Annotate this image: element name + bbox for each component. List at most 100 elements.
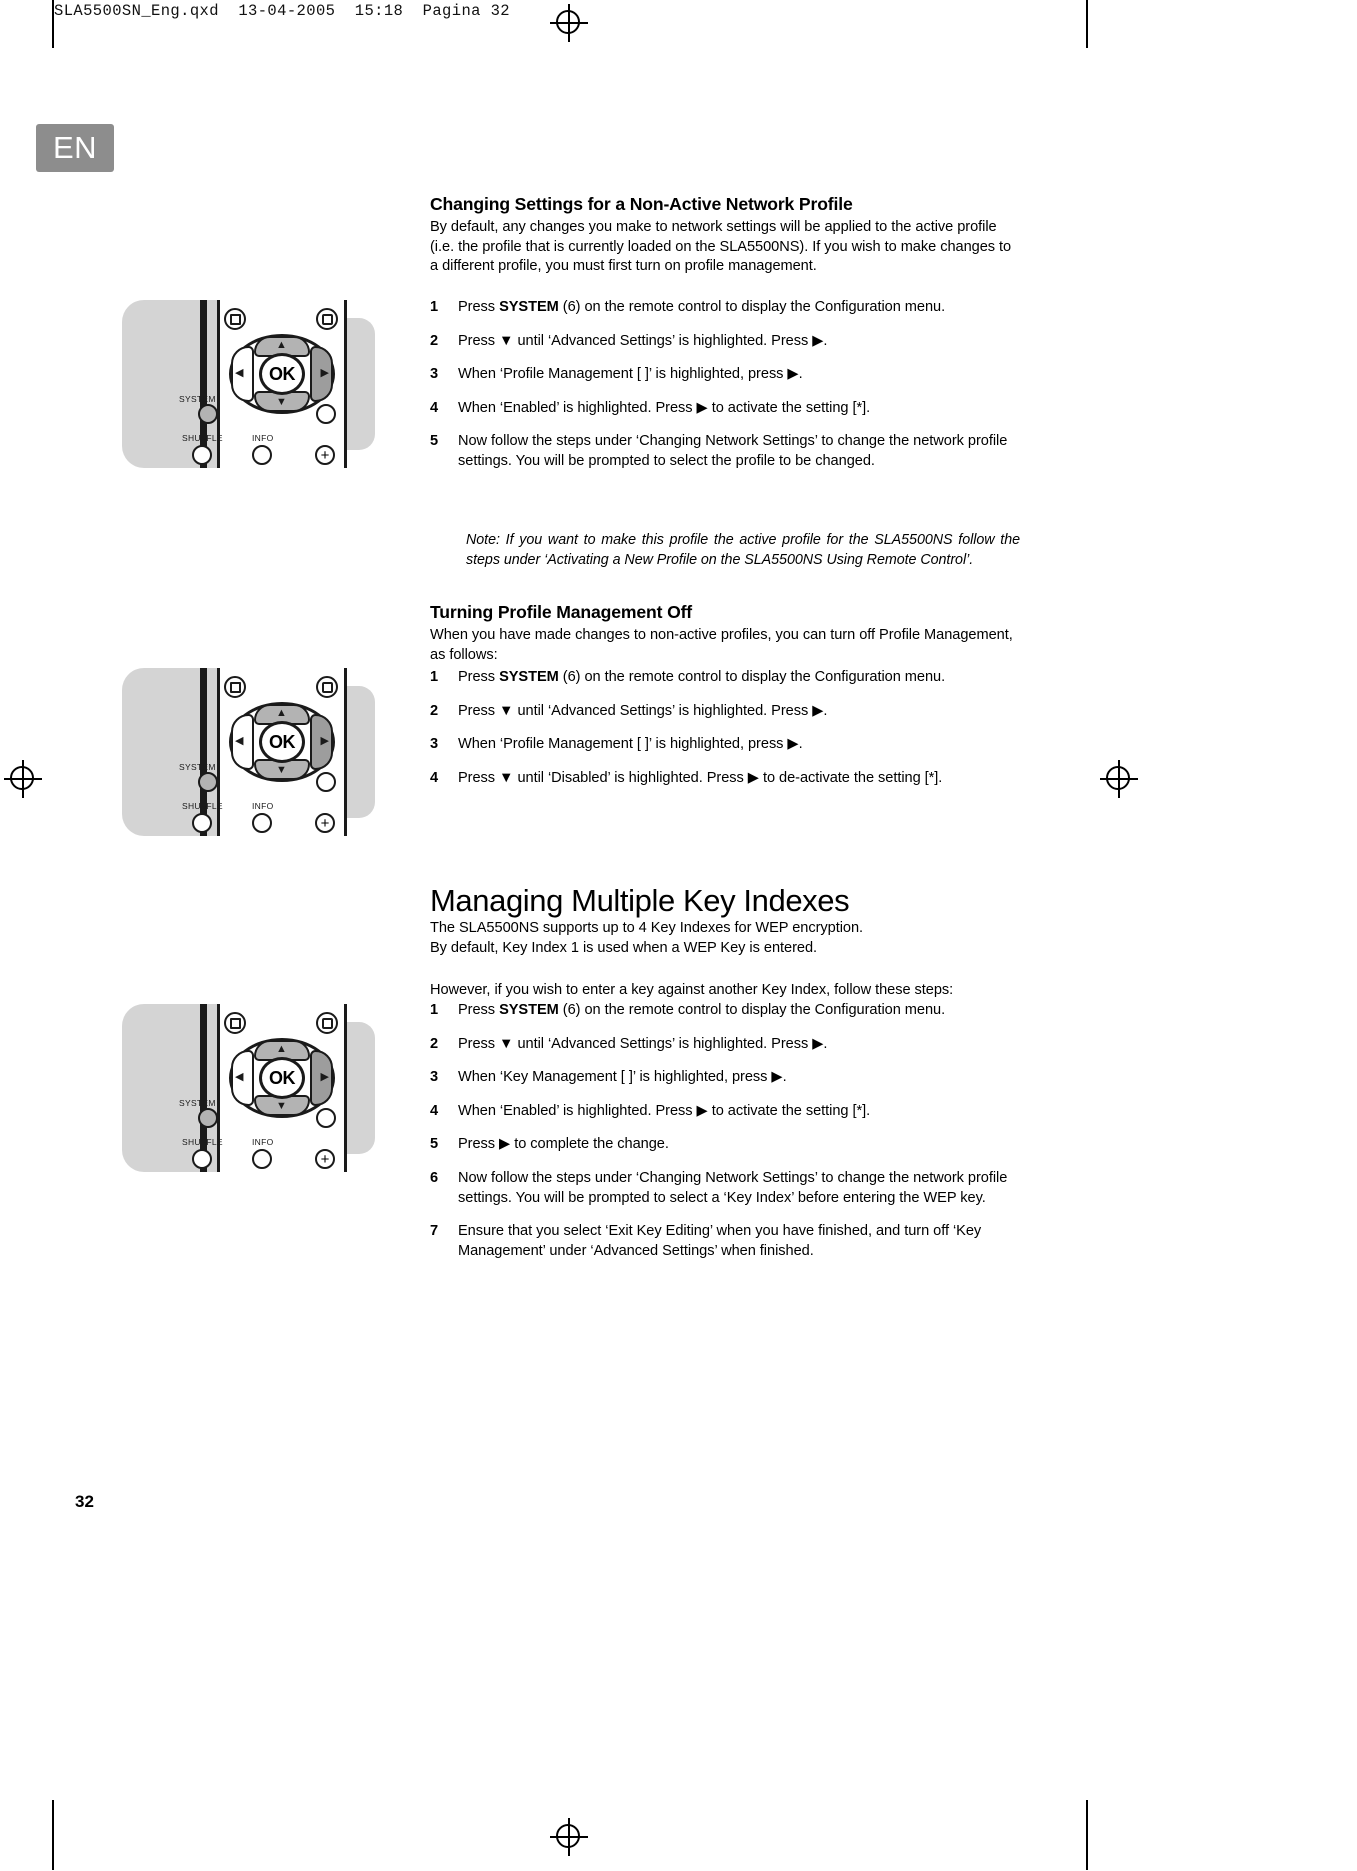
plus-button: + <box>315 813 335 833</box>
remote-side-flap <box>347 1022 375 1154</box>
step-text: When ‘Key Management [ ]’ is highlighted… <box>458 1069 787 1086</box>
camera-button-icon <box>316 1012 338 1034</box>
select-check-button-icon <box>224 1012 246 1034</box>
remote-label-shuffle: SHUFFLE <box>182 1137 223 1147</box>
dpad-left-arrow-icon: ◀ <box>235 367 244 379</box>
intro-line-3-block: However, if you wish to enter a key agai… <box>430 981 1020 1001</box>
remote-control-illustration-1: ▲ ▼ ◀ ▶ OK SYSTEM SHUFFLE INFO + <box>122 300 375 468</box>
camera-button-icon <box>316 308 338 330</box>
step-number: 6 <box>430 1169 439 1186</box>
remote-label-info: INFO <box>252 433 274 443</box>
step-number: 4 <box>430 399 439 416</box>
registration-mark-bottom <box>550 1818 588 1856</box>
step-text: Press ▼ until ‘Advanced Settings’ is hig… <box>458 1035 828 1052</box>
dpad-down-arrow-icon: ▼ <box>276 1100 287 1112</box>
list-item: 1 Press SYSTEM (6) on the remote control… <box>430 298 1020 318</box>
section-intro: By default, any changes you make to netw… <box>430 218 1012 275</box>
step-text-pre: Press <box>458 669 500 685</box>
remote-side-flap <box>347 686 375 818</box>
step-number: 2 <box>430 332 439 349</box>
remote-label-system: SYSTEM <box>179 394 216 404</box>
page-number: 32 <box>75 1492 94 1511</box>
section-changing-settings: Changing Settings for a Non-Active Netwo… <box>430 194 1020 277</box>
list-item: 5 Press ▶ to complete the change. <box>430 1135 1020 1155</box>
list-item: 3 When ‘Key Management [ ]’ is highlight… <box>430 1068 1020 1088</box>
info-button <box>252 445 272 465</box>
step-number: 1 <box>430 1002 439 1018</box>
mute-button <box>316 404 336 424</box>
intro-line-3: However, if you wish to enter a key agai… <box>430 982 954 998</box>
step-text: When ‘Enabled’ is highlighted. Press ▶ t… <box>458 399 871 416</box>
remote-label-system: SYSTEM <box>179 1098 216 1108</box>
list-item: 3 When ‘Profile Management [ ]’ is highl… <box>430 365 1020 385</box>
list-item: 2 Press ▼ until ‘Advanced Settings’ is h… <box>430 1035 1020 1055</box>
step-text-post: (6) on the remote control to display the… <box>558 669 946 685</box>
step-text: When ‘Profile Management [ ]’ is highlig… <box>458 736 803 753</box>
remote-side-flap <box>347 318 375 450</box>
registration-mark-top <box>550 4 588 42</box>
step-number: 4 <box>430 769 439 786</box>
step-text: Press ▶ to complete the change. <box>458 1136 669 1153</box>
list-item: 4 Press ▼ until ‘Disabled’ is highlighte… <box>430 769 1020 789</box>
select-check-button-icon <box>224 308 246 330</box>
section-intro: When you have made changes to non-active… <box>430 626 1013 663</box>
step-number: 1 <box>430 299 439 315</box>
step-number: 5 <box>430 433 439 450</box>
step-number: 2 <box>430 1035 439 1052</box>
shuffle-button <box>192 445 212 465</box>
registration-mark-left <box>4 760 42 798</box>
dpad-down-arrow-icon: ▼ <box>276 764 287 776</box>
step-text: Press ▼ until ‘Advanced Settings’ is hig… <box>458 332 828 349</box>
crop-mark-bottom-left-vertical <box>52 1800 54 1870</box>
section-managing-key-indexes: Managing Multiple Key Indexes The SLA550… <box>430 883 1020 958</box>
remote-dpad: ▲ ▼ ◀ ▶ OK <box>229 334 335 414</box>
mute-button <box>316 1108 336 1128</box>
info-button <box>252 1149 272 1169</box>
system-button <box>198 404 218 424</box>
dpad-ok-button: OK <box>259 721 305 763</box>
step-text: Ensure that you select ‘Exit Key Editing… <box>458 1223 982 1259</box>
dpad-right-arrow-icon: ▶ <box>320 367 329 379</box>
remote-control-illustration-3: ▲ ▼ ◀ ▶ OK SYSTEM SHUFFLE INFO + <box>122 1004 375 1172</box>
info-button <box>252 813 272 833</box>
step-text: When ‘Profile Management [ ]’ is highlig… <box>458 366 803 383</box>
select-check-button-icon <box>224 676 246 698</box>
list-item: 2 Press ▼ until ‘Advanced Settings’ is h… <box>430 332 1020 352</box>
dpad-left-arrow-icon: ◀ <box>235 735 244 747</box>
remote-label-shuffle: SHUFFLE <box>182 801 223 811</box>
camera-button-icon <box>316 676 338 698</box>
crop-mark-bottom-right-vertical <box>1086 1800 1088 1870</box>
shuffle-button <box>192 1149 212 1169</box>
list-item: 6 Now follow the steps under ‘Changing N… <box>430 1169 1020 1208</box>
dpad-ok-button: OK <box>259 353 305 395</box>
step-number: 4 <box>430 1102 439 1119</box>
step-number: 2 <box>430 702 439 719</box>
system-button <box>198 1108 218 1128</box>
list-item: 4 When ‘Enabled’ is highlighted. Press ▶… <box>430 399 1020 419</box>
remote-control-illustration-2: ▲ ▼ ◀ ▶ OK SYSTEM SHUFFLE INFO + <box>122 668 375 836</box>
step-number: 3 <box>430 366 439 383</box>
steps-list-1: 1 Press SYSTEM (6) on the remote control… <box>430 298 1020 486</box>
dpad-right-arrow-icon: ▶ <box>320 735 329 747</box>
step-text-pre: Press <box>458 1002 500 1018</box>
list-item: 5 Now follow the steps under ‘Changing N… <box>430 432 1020 471</box>
crop-mark-top-right-vertical <box>1086 0 1088 48</box>
intro-line-2: By default, Key Index 1 is used when a W… <box>430 939 818 956</box>
language-badge: EN <box>36 124 114 172</box>
step-text: Press ▼ until ‘Advanced Settings’ is hig… <box>458 702 828 719</box>
steps-list-2: 1 Press SYSTEM (6) on the remote control… <box>430 668 1020 802</box>
remote-label-system: SYSTEM <box>179 762 216 772</box>
steps-list-3: 1 Press SYSTEM (6) on the remote control… <box>430 1001 1020 1275</box>
section-turning-off: Turning Profile Management Off When you … <box>430 602 1020 665</box>
step-text-post: (6) on the remote control to display the… <box>558 1002 946 1018</box>
step-text: Press ▼ until ‘Disabled’ is highlighted.… <box>458 769 943 786</box>
page-title: Managing Multiple Key Indexes <box>430 883 850 918</box>
step-keyword: SYSTEM <box>499 1002 559 1018</box>
step-text-pre: Press <box>458 299 500 315</box>
dpad-left-arrow-icon: ◀ <box>235 1071 244 1083</box>
section-heading: Turning Profile Management Off <box>430 602 693 622</box>
list-item: 4 When ‘Enabled’ is highlighted. Press ▶… <box>430 1102 1020 1122</box>
intro-line-1: The SLA5500NS supports up to 4 Key Index… <box>430 920 864 937</box>
step-keyword: SYSTEM <box>499 669 559 685</box>
step-text: Now follow the steps under ‘Changing Net… <box>458 433 1008 469</box>
